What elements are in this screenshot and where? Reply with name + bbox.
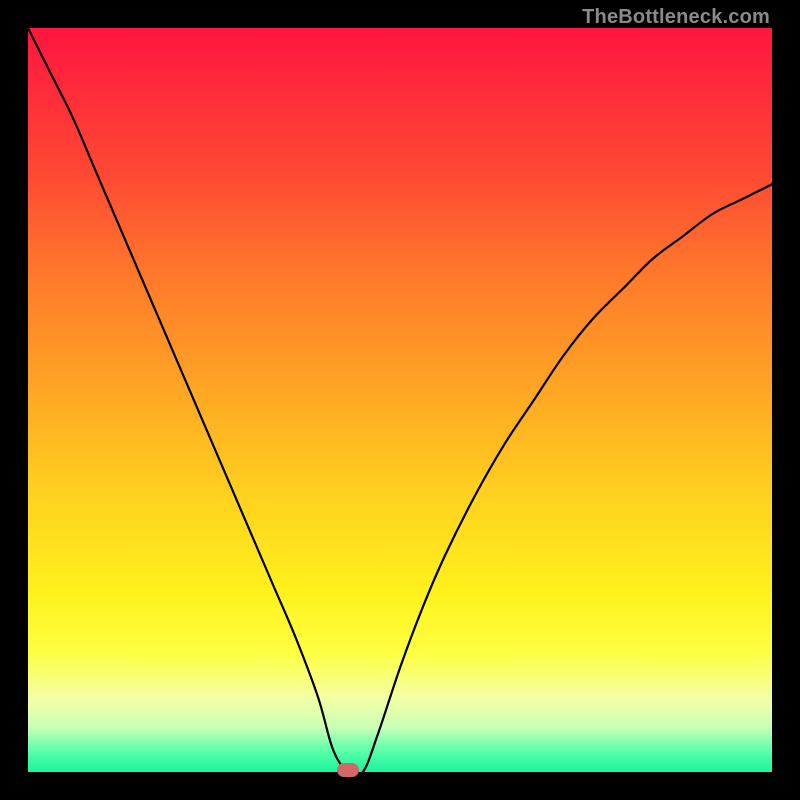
minimum-marker-icon — [337, 763, 359, 777]
bottleneck-curve — [28, 28, 772, 776]
chart-frame: TheBottleneck.com — [0, 0, 800, 800]
curve-layer — [28, 28, 772, 772]
watermark-text: TheBottleneck.com — [582, 6, 770, 29]
plot-area — [28, 28, 772, 772]
